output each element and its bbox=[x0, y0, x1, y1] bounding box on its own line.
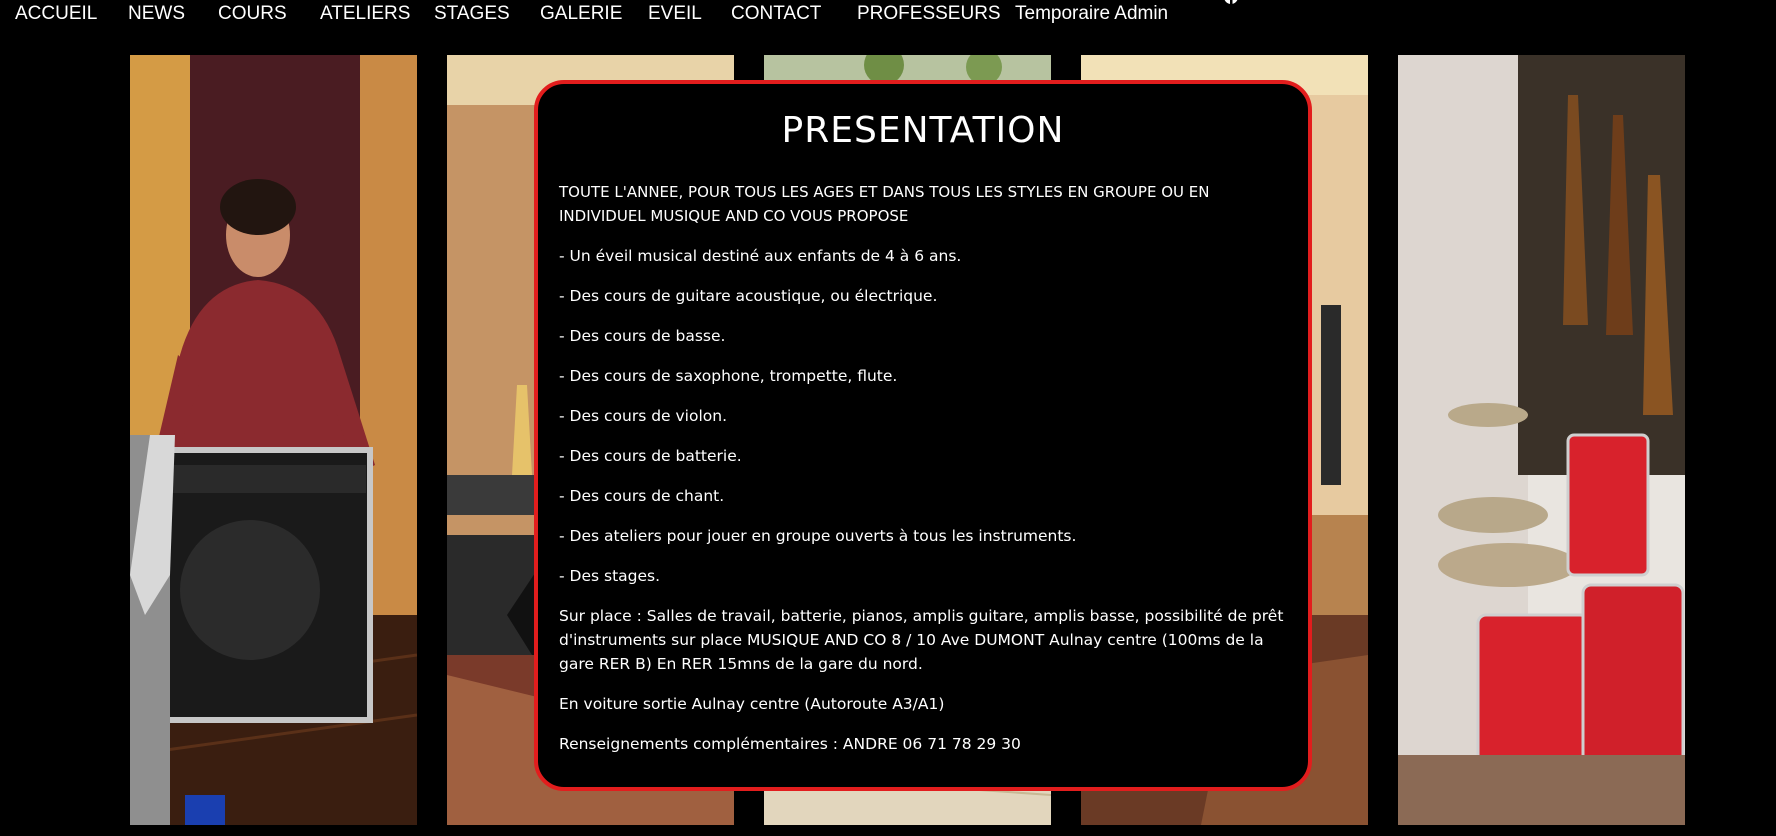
offer-item-ateliers: - Des ateliers pour jouer en groupe ouve… bbox=[559, 527, 1077, 545]
presentation-intro: TOUTE L'ANNEE, POUR TOUS LES AGES ET DAN… bbox=[559, 183, 1210, 225]
nav-item-galerie[interactable]: GALERIE bbox=[540, 3, 622, 25]
nav-item-stages[interactable]: STAGES bbox=[434, 3, 510, 25]
nav-item-ateliers[interactable]: ATELIERS bbox=[320, 3, 410, 25]
sur-place-text: Sur place : Salles de travail, batterie,… bbox=[559, 607, 1284, 673]
nav-item-temporaire-admin[interactable]: Temporaire Admin bbox=[1015, 3, 1168, 25]
nav-item-professeurs[interactable]: PROFESSEURS bbox=[857, 3, 1001, 25]
offer-item-guitare: - Des cours de guitare acoustique, ou él… bbox=[559, 287, 938, 305]
offer-item-stages: - Des stages. bbox=[559, 567, 661, 585]
main-navigation: ACCUEIL NEWS COURS ATELIERS STAGES GALER… bbox=[0, 0, 1776, 30]
presentation-box: PRESENTATION TOUTE L'ANNEE, POUR TOUS LE… bbox=[534, 80, 1312, 791]
offer-item-eveil: - Un éveil musical destiné aux enfants d… bbox=[559, 247, 962, 265]
photo-guitar-teacher bbox=[130, 55, 417, 825]
photo-drum-kit bbox=[1398, 55, 1685, 825]
offer-item-basse: - Des cours de basse. bbox=[559, 327, 726, 345]
presentation-content: TOUTE L'ANNEE, POUR TOUS LES AGES ET DAN… bbox=[559, 180, 1294, 772]
nav-item-contact[interactable]: CONTACT bbox=[731, 3, 821, 25]
offer-item-violon: - Des cours de violon. bbox=[559, 407, 728, 425]
nav-item-cours[interactable]: COURS bbox=[218, 3, 287, 25]
facebook-icon[interactable] bbox=[1224, 0, 1238, 5]
offer-item-chant: - Des cours de chant. bbox=[559, 487, 725, 505]
voiture-text: En voiture sortie Aulnay centre (Autorou… bbox=[559, 695, 945, 713]
nav-item-eveil[interactable]: EVEIL bbox=[648, 3, 702, 25]
offer-item-saxophone: - Des cours de saxophone, trompette, flu… bbox=[559, 367, 898, 385]
nav-item-news[interactable]: NEWS bbox=[128, 3, 185, 25]
nav-item-accueil[interactable]: ACCUEIL bbox=[15, 3, 97, 25]
offer-item-batterie: - Des cours de batterie. bbox=[559, 447, 742, 465]
presentation-title: PRESENTATION bbox=[781, 110, 1065, 151]
renseignements-text: Renseignements complémentaires : ANDRE 0… bbox=[559, 735, 1021, 753]
